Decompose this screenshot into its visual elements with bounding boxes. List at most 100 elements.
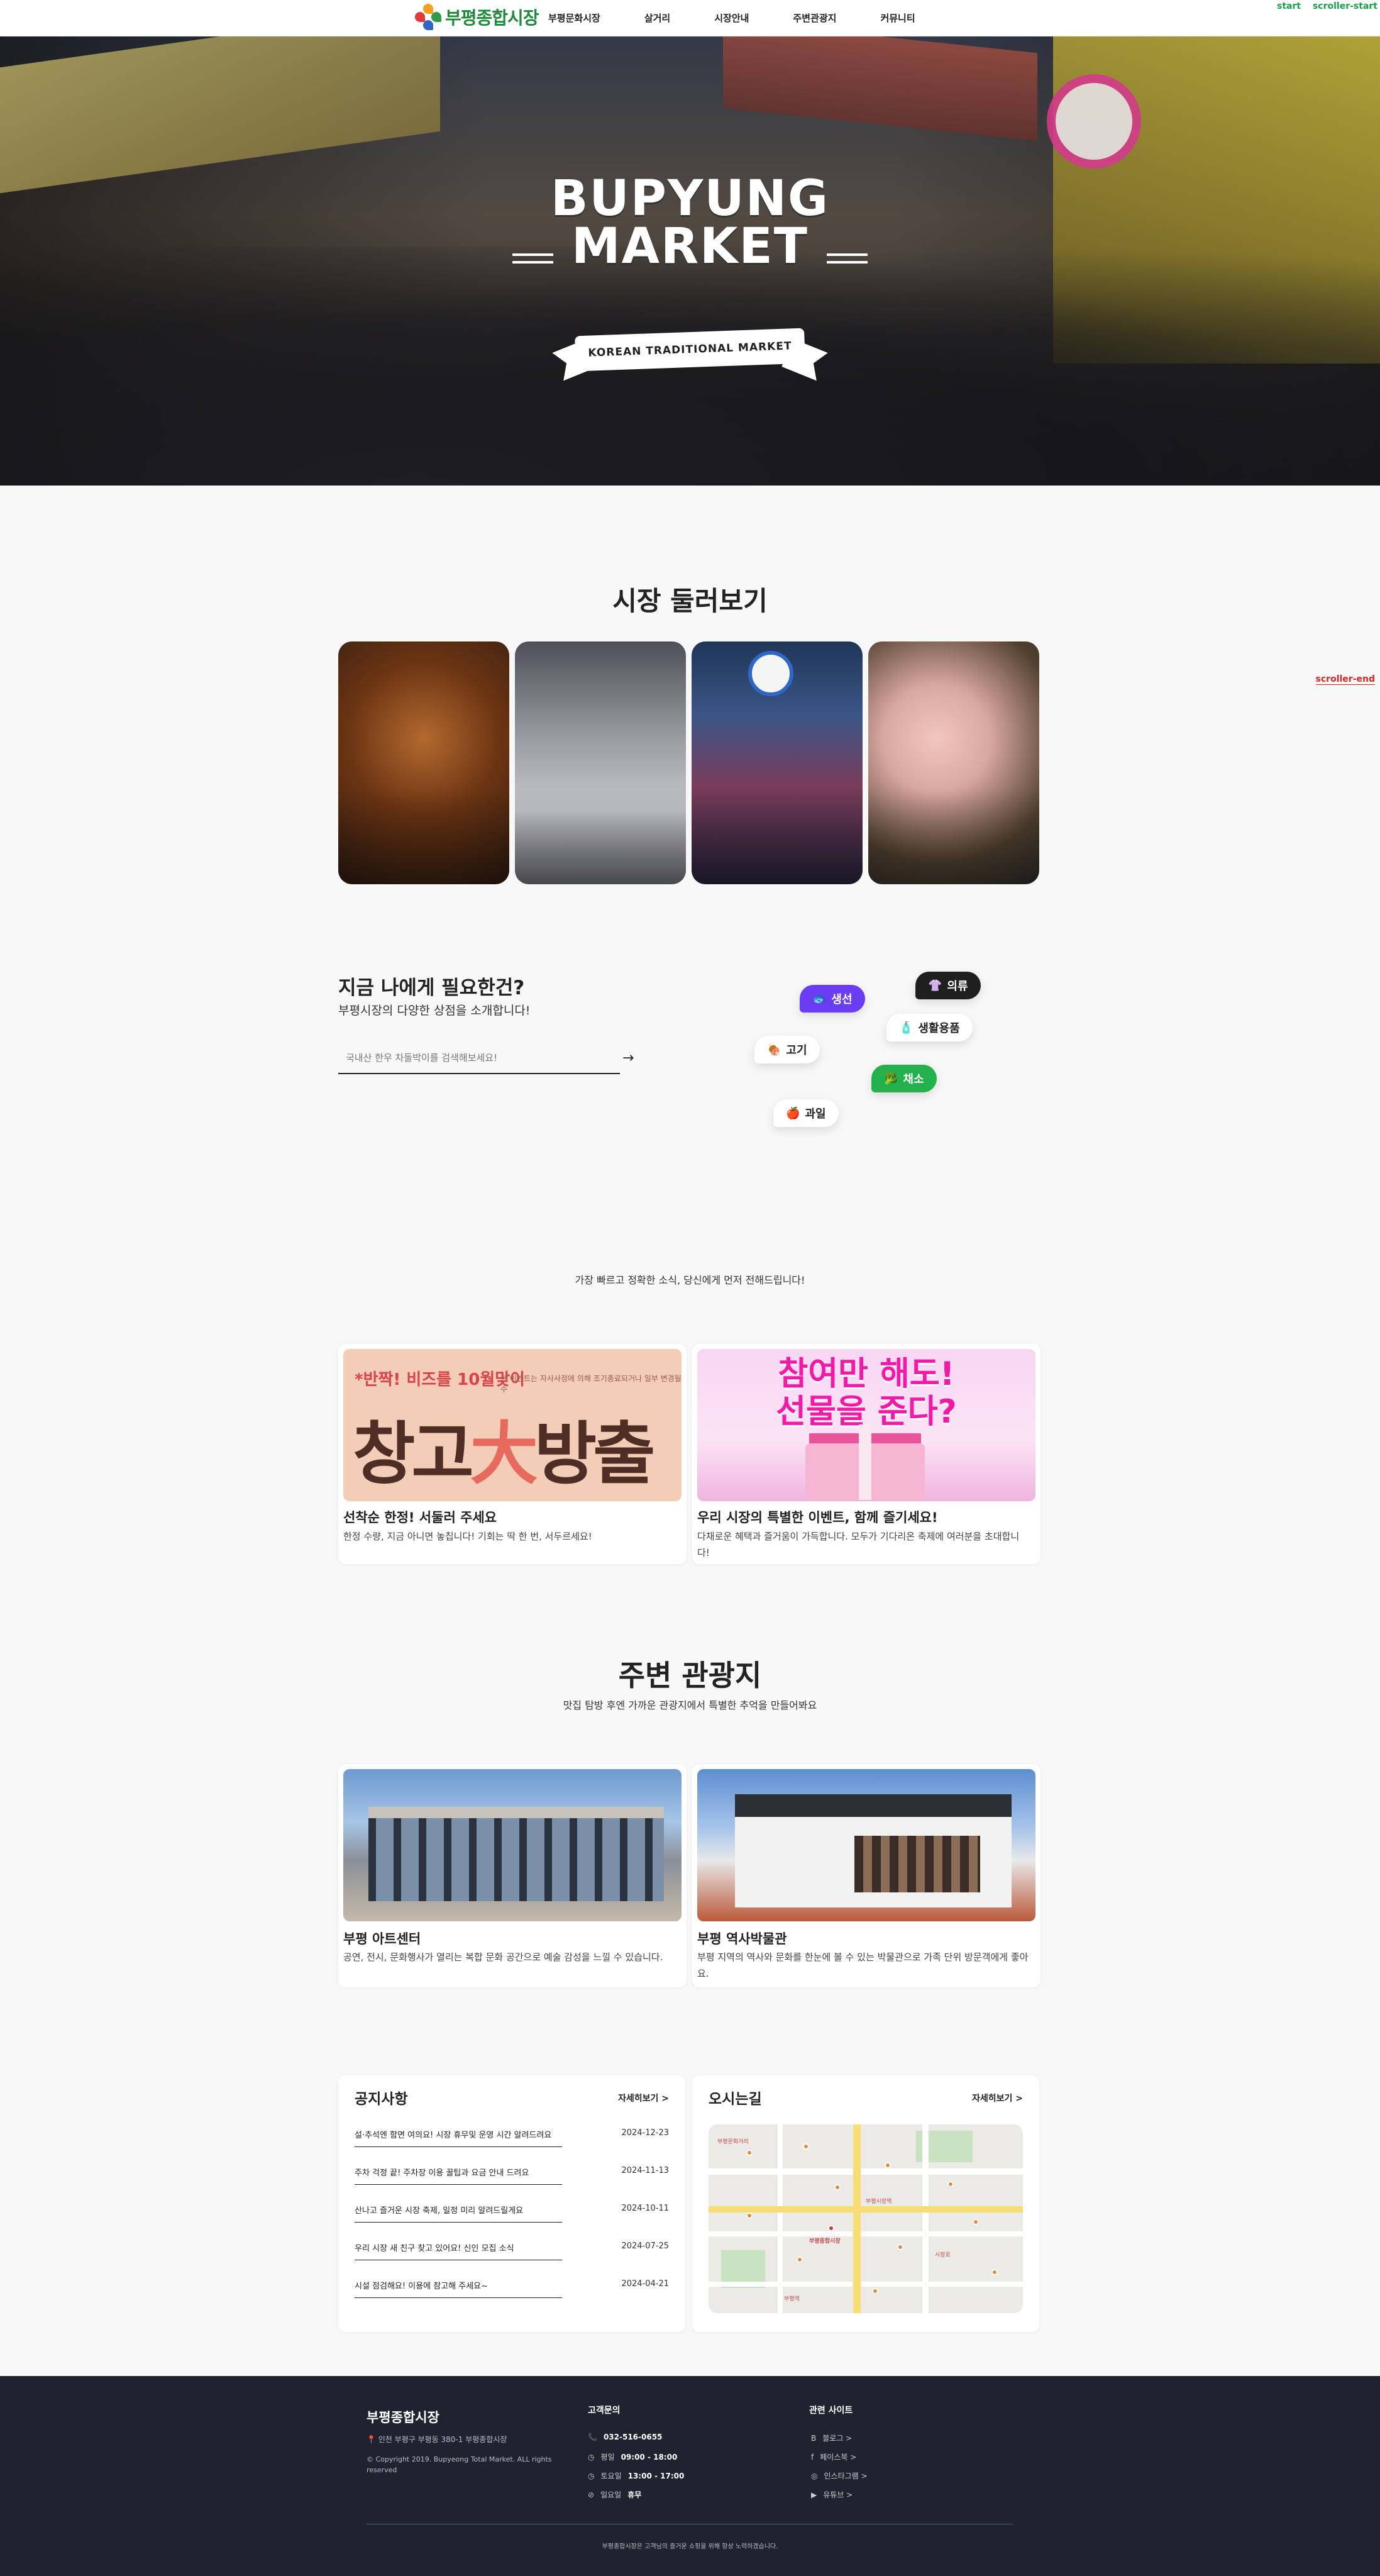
map-label: 시장로 (935, 2252, 951, 2258)
attraction-card-art-center[interactable]: 부평 아트센터 공연, 전시, 문화행사가 열리는 복합 문화 공간으로 예술 … (338, 1764, 687, 1987)
category-chip-clothes[interactable]: 👚 의류 (915, 972, 981, 999)
notice-row-date: 2024-04-21 (621, 2279, 669, 2289)
notice-row[interactable]: 산나고 즐거운 시장 축제, 일정 미리 알려드릴게요 2024-10-11 (355, 2194, 669, 2231)
chip-label: 고기 (786, 1044, 807, 1057)
location-map[interactable]: 부평문화거리 부평시장역 부평역 부평종합시장 시장로 (709, 2124, 1023, 2313)
map-label: 부평종합시장 (809, 2238, 841, 2245)
household-icon: 🧴 (899, 1021, 914, 1035)
attractions-subtitle: 맛집 탐방 후엔 가까운 관광지에서 특별한 추억을 만들어봐요 (563, 1699, 817, 1711)
event-banner-warehouse: *반짝! 비즈를 10월맞이 본 이벤트는 자사사정에 의해 조기종료되거나 일… (343, 1349, 682, 1501)
category-chip-fruit[interactable]: 🍎 과일 (773, 1099, 839, 1127)
category-chip-vegetable[interactable]: 🥦 채소 (871, 1065, 937, 1092)
category-chip-meat[interactable]: 🍖 고기 (754, 1036, 820, 1063)
hero-title: BUPYUNG MARKET (0, 174, 1380, 275)
scroll-start-label: start (1277, 1, 1301, 11)
contact-phone[interactable]: 📞 032-516-0655 (588, 2433, 662, 2441)
hero-decor-lines-left (512, 253, 553, 264)
attraction-title: 부평 역사박물관 (697, 1931, 787, 1946)
notice-row-text: 시설 점검해요! 이용에 참고해 주세요~ (355, 2279, 562, 2298)
scroll-debug-markers: start scroller-start (1268, 1, 1377, 11)
contact-title: 고객문의 (588, 2406, 621, 2416)
gallery-card-hardware[interactable] (515, 641, 686, 884)
meat-icon: 🍖 (767, 1043, 781, 1057)
gallery-card-flowers[interactable] (868, 641, 1039, 884)
category-chip-household[interactable]: 🧴 생활용품 (886, 1014, 973, 1041)
browse-title: 시장 둘러보기 (612, 586, 768, 616)
fish-icon: 🐟 (812, 992, 827, 1006)
category-chip-fish[interactable]: 🐟 생선 (800, 985, 865, 1013)
scroller-start-label: scroller-start (1312, 1, 1377, 11)
event-desc: 다채로운 혜택과 즐거움이 가득합니다. 모두가 기다리온 축제에 여러분을 초… (697, 1531, 1020, 1558)
footer-copyright: © Copyright 2019. Bupyeong Total Market.… (367, 2455, 552, 2474)
notice-row-date: 2024-12-23 (621, 2128, 669, 2138)
site-logo[interactable]: 부평종합시장 (415, 4, 539, 30)
event-desc: 한정 수량, 지금 아니면 놓칩니다! 기회는 딱 한 번, 서두르세요! (343, 1531, 592, 1542)
event-card-warehouse-sale[interactable]: *반짝! 비즈를 10월맞이 본 이벤트는 자사사정에 의해 조기종료되거나 일… (338, 1344, 687, 1564)
hours-sunday: ⊘ 일요일 휴무 (588, 2490, 642, 2500)
blog-icon: B (811, 2433, 817, 2443)
event-banner-big-text: 창고大방출 (353, 1415, 655, 1494)
event-card-special-event[interactable]: 참여만 해도! 선물을 준다? 우리 시장의 특별한 이벤트, 함께 즐기세요! … (692, 1344, 1041, 1564)
hero-decor-lines-right (827, 253, 868, 264)
notice-row[interactable]: 설·추석엔 함면 여의요! 시장 휴무및 운영 시간 알려드려요 2024-12-… (355, 2118, 669, 2156)
needs-title: 지금 나에게 필요한건? (338, 977, 525, 999)
directions-title: 오시는길 (709, 2091, 762, 2107)
hero-title-line2: MARKET (571, 218, 809, 275)
footer-brand: 부평종합시장 (367, 2410, 439, 2425)
sites-title: 관련 사이트 (809, 2406, 853, 2416)
notice-row[interactable]: 우리 시장 새 친구 찾고 있어요! 신인 모집 소식 2024-07-25 (355, 2231, 669, 2269)
map-label: 부평문화거리 (717, 2139, 749, 2145)
site-link-blog[interactable]: B 블로그 > (811, 2433, 852, 2443)
fruit-icon: 🍎 (786, 1106, 800, 1120)
attraction-title: 부평 아트센터 (343, 1931, 421, 1946)
notice-title: 공지사항 (355, 2091, 408, 2107)
menu-item-culture-market[interactable]: 부평문화시장 (548, 0, 600, 36)
hours-weekday: ◷ 평일 09:00 - 18:00 (588, 2452, 678, 2462)
gallery-card-clothing[interactable] (692, 641, 863, 884)
pin-icon: 📍 (367, 2435, 378, 2444)
site-footer: 부평종합시장 📍 인천 부평구 부평동 380-1 부평종합시장 © Copyr… (0, 2376, 1380, 2576)
notice-more-link[interactable]: 자세히보기 > (618, 2092, 669, 2104)
menu-item-market-info[interactable]: 시장안내 (714, 0, 749, 36)
gallery-card-food[interactable] (338, 641, 509, 884)
phone-icon: 📞 (588, 2433, 597, 2441)
notice-row[interactable]: 주차 걱정 끝! 주차장 이용 꿀팁과 요금 안내 드려요 2024-11-13 (355, 2156, 669, 2194)
site-link-facebook[interactable]: f 페이스북 > (811, 2451, 856, 2462)
clothes-icon: 👚 (928, 979, 942, 992)
search-submit-arrow-icon[interactable]: → (622, 1050, 634, 1066)
attractions-title: 주변 관광지 (618, 1658, 762, 1692)
clock-icon: ◷ (588, 2452, 595, 2462)
notice-row-text: 설·추석엔 함면 여의요! 시장 휴무및 운영 시간 알려드려요 (355, 2128, 562, 2147)
directions-panel: 오시는길 자세히보기 > 부평문화거리 부평시장역 부평역 부평종합시장 시장로 (692, 2075, 1039, 2332)
attraction-card-history-museum[interactable]: 부평 역사박물관 부평 지역의 역사와 문화를 한눈에 볼 수 있는 박물관으로… (692, 1764, 1041, 1987)
vegetable-icon: 🥦 (884, 1072, 898, 1085)
notice-row-date: 2024-11-13 (621, 2166, 669, 2175)
event-banner-fineprint: 본 이벤트는 자사사정에 의해 조기종료되거나 일부 변경될 수 (500, 1374, 682, 1394)
event-banner-headline: 참여만 해도! 선물을 준다? (776, 1355, 957, 1431)
site-link-youtube[interactable]: ▶ 유튜브 > (811, 2489, 853, 2500)
notice-row-text: 주차 걱정 끝! 주차장 이용 꿀팁과 요금 안내 드려요 (355, 2166, 562, 2185)
event-title: 우리 시장의 특별한 이벤트, 함께 즐기세요! (697, 1510, 938, 1525)
footer-address: 📍 인천 부평구 부평동 380-1 부평종합시장 (367, 2435, 507, 2444)
logo-text: 부평종합시장 (445, 8, 539, 28)
top-nav: 부평종합시장 부평문화시장 살거리 시장안내 주변관광지 커뮤니티 start … (0, 0, 1380, 36)
directions-more-link[interactable]: 자세히보기 > (972, 2092, 1023, 2104)
notice-row[interactable]: 시설 점검해요! 이용에 참고해 주세요~ 2024-04-21 (355, 2269, 669, 2307)
shop-search (338, 1044, 620, 1074)
history-museum-photo (697, 1769, 1035, 1921)
facebook-icon: f (811, 2452, 814, 2462)
shop-search-input[interactable] (338, 1044, 602, 1072)
hours-saturday: ◷ 토요일 13:00 - 17:00 (588, 2471, 685, 2481)
site-link-instagram[interactable]: ◎ 인스타그램 > (811, 2470, 868, 2481)
menu-item-shopping[interactable]: 살거리 (644, 0, 670, 36)
menu-item-community[interactable]: 커뮤니티 (880, 0, 915, 36)
youtube-icon: ▶ (811, 2490, 817, 2499)
clock-icon: ◷ (588, 2471, 595, 2480)
event-title: 선착순 한정! 서둘러 주세요 (343, 1510, 497, 1525)
hero-banner: BUPYUNG MARKET KOREAN TRADITIONAL MARKET (0, 36, 1380, 486)
map-label: 부평역 (784, 2296, 800, 2302)
logo-icon (415, 4, 441, 30)
art-center-photo (343, 1769, 682, 1921)
menu-item-attractions[interactable]: 주변관광지 (793, 0, 836, 36)
notice-row-text: 우리 시장 새 친구 찾고 있어요! 신인 모집 소식 (355, 2241, 562, 2260)
